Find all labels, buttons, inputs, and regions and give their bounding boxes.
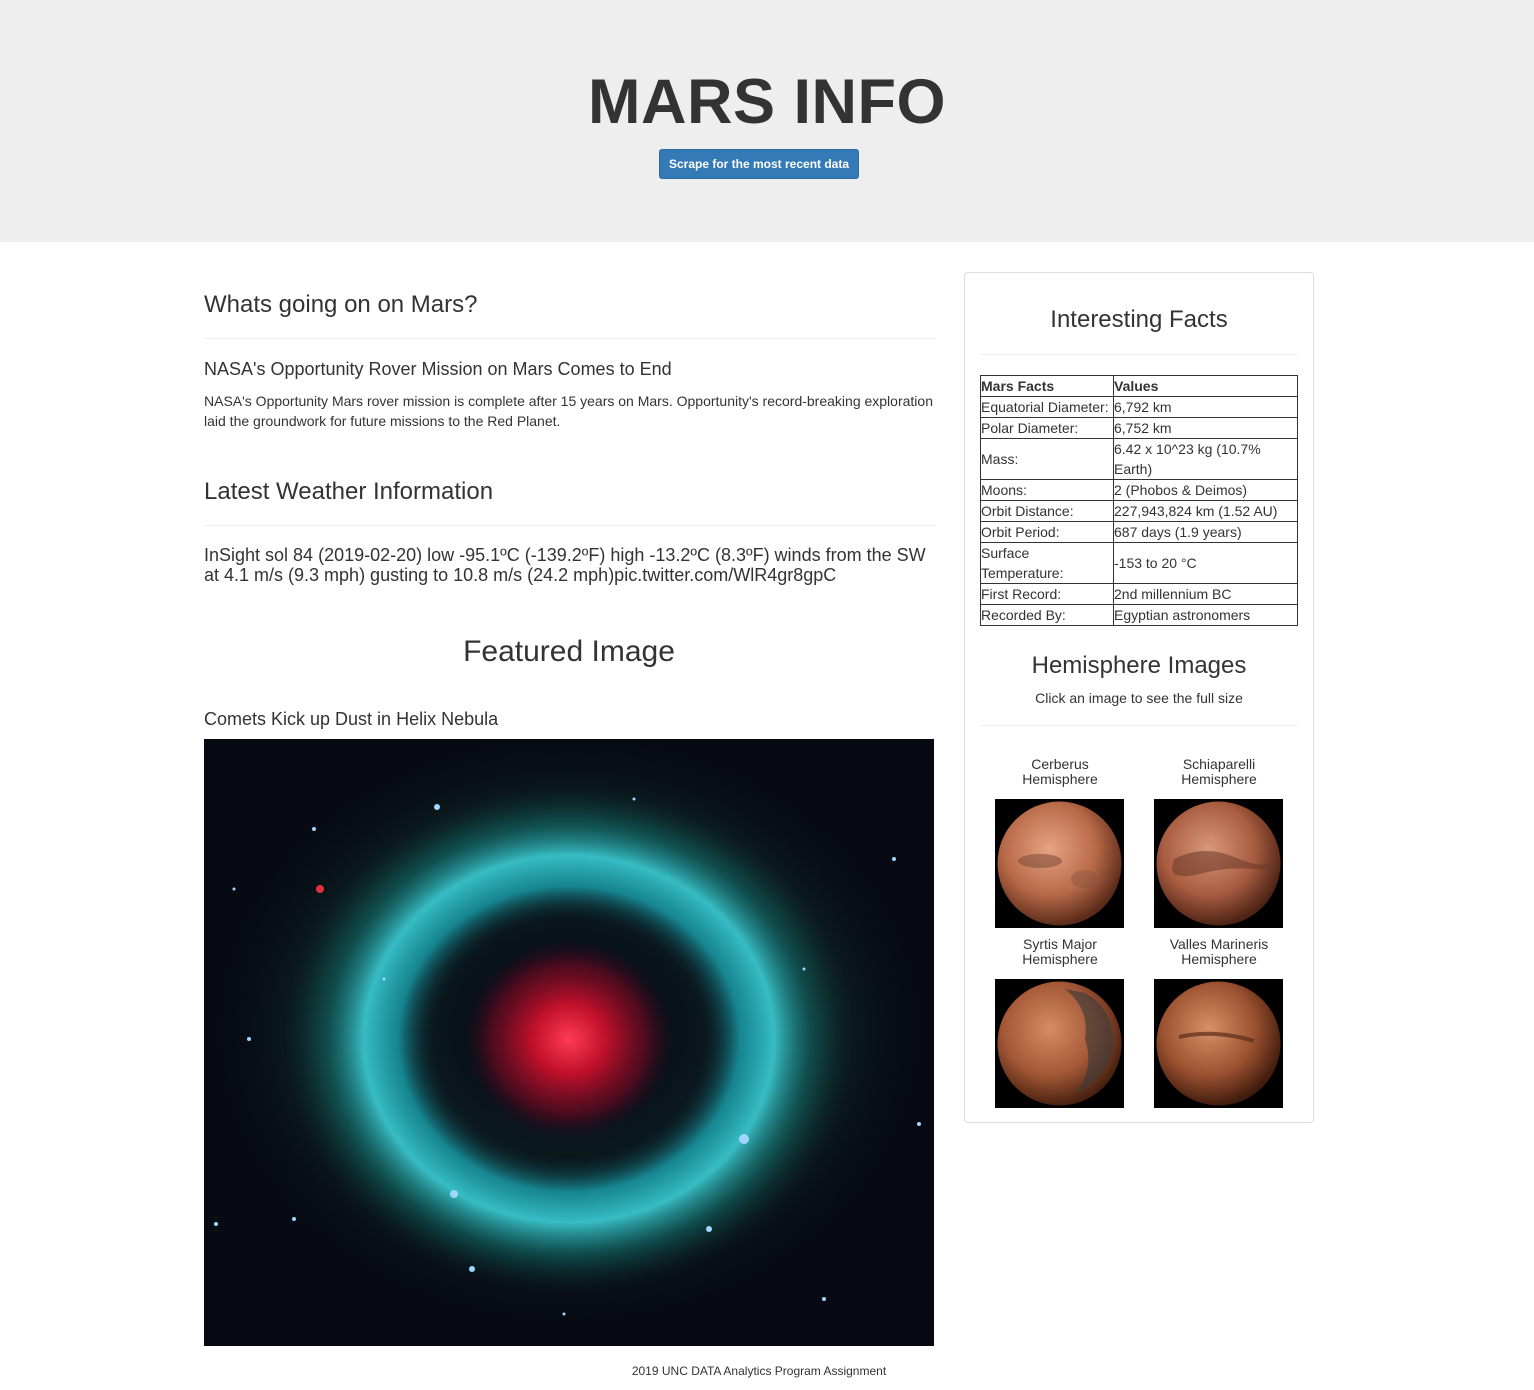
table-row: Equatorial Diameter: 6,792 km [980,396,1298,418]
hemisphere-card[interactable]: Schiaparelli Hemisphere [1154,757,1284,928]
schiaparelli-hemisphere-image[interactable] [1154,799,1283,928]
table-row: Mass: 6.42 x 10^23 kg (10.7% Earth) [980,438,1298,480]
fact-label: Mass: [980,438,1114,480]
fact-value: 227,943,824 km (1.52 AU) [1113,500,1298,522]
news-title: NASA's Opportunity Rover Mission on Mars… [204,359,672,379]
facts-panel: Interesting Facts Mars Facts Values Equa… [964,272,1314,1123]
divider [204,338,934,339]
table-row: Recorded By: Egyptian astronomers [980,604,1298,626]
table-row: Moons: 2 (Phobos & Deimos) [980,479,1298,501]
weather-text: InSight sol 84 (2019-02-20) low -95.1ºC … [204,545,926,585]
weather-section-heading: Latest Weather Information [204,478,494,505]
hemisphere-card[interactable]: Valles Marineris Hemisphere [1154,937,1284,1108]
featured-nebula-image[interactable] [204,739,934,1346]
table-row: Orbit Period: 687 days (1.9 years) [980,521,1298,543]
fact-label: Orbit Period: [980,521,1114,543]
featured-image-title: Comets Kick up Dust in Helix Nebula [204,709,499,729]
fact-label: First Record: [980,583,1114,605]
fact-value: 2 (Phobos & Deimos) [1113,479,1298,501]
footer-text: 2019 UNC DATA Analytics Program Assignme… [631,1364,887,1378]
hemisphere-subtitle: Click an image to see the full size [1035,690,1243,706]
featured-image-heading: Featured Image [463,635,675,668]
scrape-button[interactable]: Scrape for the most recent data [659,149,859,179]
column-header: Values [1113,375,1298,397]
cerberus-hemisphere-image[interactable] [995,799,1124,928]
fact-value: 6,792 km [1113,396,1298,418]
fact-value: -153 to 20 °C [1113,542,1298,584]
fact-label: Moons: [980,479,1114,501]
table-row: Surface Temperature: -153 to 20 °C [980,542,1298,584]
hemisphere-card[interactable]: Syrtis Major Hemisphere [995,937,1125,1108]
hemisphere-label: Valles Marineris Hemisphere [1169,936,1269,967]
fact-value: 6,752 km [1113,417,1298,439]
fact-label: Equatorial Diameter: [980,396,1114,418]
fact-label: Surface Temperature: [980,542,1114,584]
valles-marineris-hemisphere-image[interactable] [1154,979,1283,1108]
table-header-row: Mars Facts Values [980,375,1298,397]
column-header: Mars Facts [980,375,1114,397]
mars-facts-table: Mars Facts Values Equatorial Diameter: 6… [980,375,1298,626]
hemisphere-label: Cerberus Hemisphere [1022,756,1098,787]
fact-value: 2nd millennium BC [1113,583,1298,605]
syrtis-major-hemisphere-image[interactable] [995,979,1124,1108]
page-title: MARS INFO [588,67,946,137]
hemisphere-label: Syrtis Major Hemisphere [1022,936,1098,967]
hemisphere-label: Schiaparelli Hemisphere [1181,756,1257,787]
table-row: Orbit Distance: 227,943,824 km (1.52 AU) [980,500,1298,522]
news-section-heading: Whats going on on Mars? [204,291,478,318]
hemisphere-heading: Hemisphere Images [1031,652,1247,679]
header-jumbotron: MARS INFO Scrape for the most recent dat… [0,0,1534,242]
divider [980,354,1298,355]
divider [204,525,934,526]
fact-label: Recorded By: [980,604,1114,626]
table-row: Polar Diameter: 6,752 km [980,417,1298,439]
fact-label: Polar Diameter: [980,417,1114,439]
fact-value: 6.42 x 10^23 kg (10.7% Earth) [1113,438,1298,480]
fact-label: Orbit Distance: [980,500,1114,522]
table-row: First Record: 2nd millennium BC [980,583,1298,605]
facts-heading: Interesting Facts [1050,306,1228,333]
fact-value: Egyptian astronomers [1113,604,1298,626]
news-paragraph: NASA's Opportunity Mars rover mission is… [204,393,933,429]
fact-value: 687 days (1.9 years) [1113,521,1298,543]
divider [980,725,1298,726]
hemisphere-card[interactable]: Cerberus Hemisphere [995,757,1125,928]
